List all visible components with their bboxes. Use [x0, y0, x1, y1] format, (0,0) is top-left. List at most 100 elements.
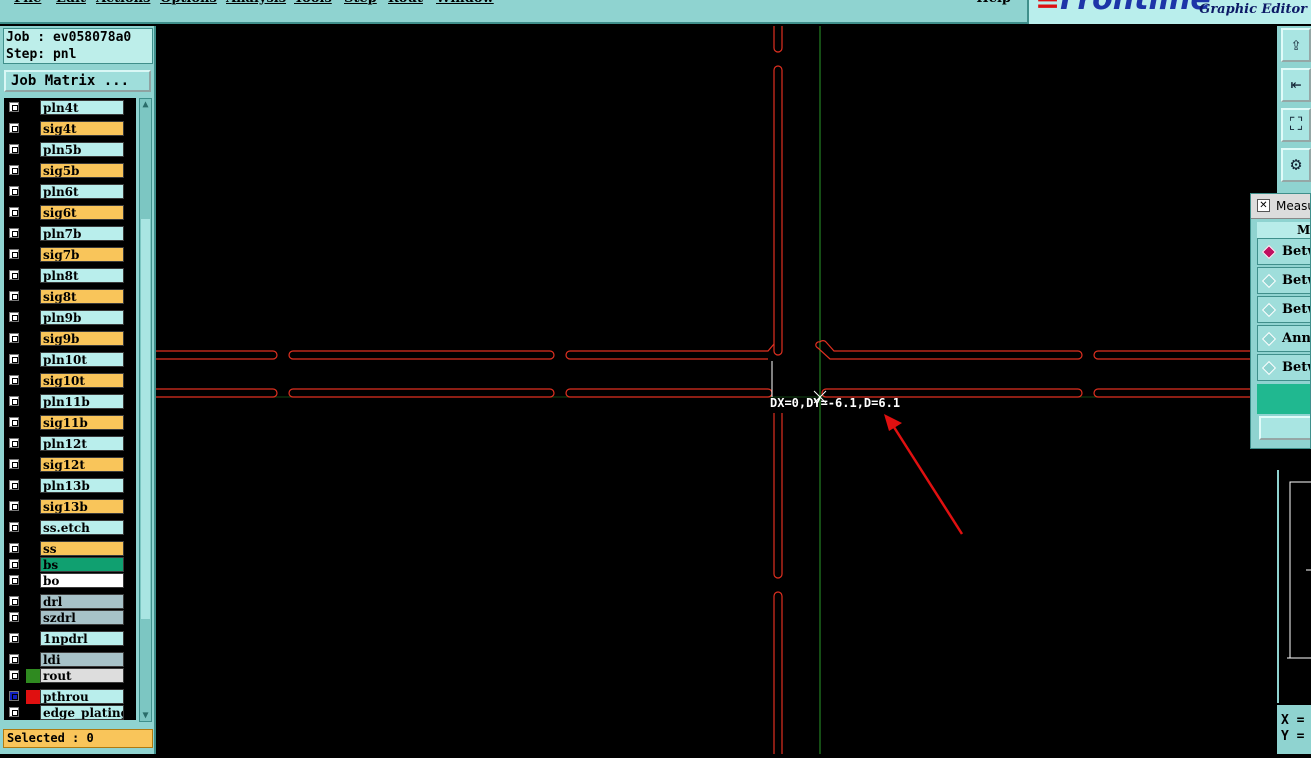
layer-checkbox[interactable] — [9, 291, 19, 301]
layer-checkbox[interactable] — [9, 707, 19, 717]
menu-window[interactable]: Window — [436, 0, 494, 6]
layer-row-sig12t[interactable]: sig12t — [6, 457, 126, 473]
layer-color-swatch[interactable] — [26, 690, 40, 704]
layer-row-sig11b[interactable]: sig11b — [6, 415, 126, 431]
radio-diamond-icon[interactable] — [1261, 331, 1277, 347]
layer-row-rout[interactable]: rout — [6, 668, 126, 684]
layer-checkbox[interactable] — [9, 144, 19, 154]
layer-checkbox[interactable] — [9, 396, 19, 406]
layer-name[interactable]: rout — [40, 668, 124, 683]
layer-checkbox[interactable] — [9, 312, 19, 322]
layer-checkbox[interactable] — [9, 207, 19, 217]
import-icon[interactable]: ⇤ — [1281, 68, 1311, 102]
layer-row-sig13b[interactable]: sig13b — [6, 499, 126, 515]
layer-name[interactable]: pln6t — [40, 184, 124, 199]
layer-name[interactable]: pln8t — [40, 268, 124, 283]
radio-diamond-icon[interactable] — [1261, 244, 1277, 260]
layer-name[interactable]: sig8t — [40, 289, 124, 304]
layer-name[interactable]: pln4t — [40, 100, 124, 115]
layer-checkbox[interactable] — [9, 165, 19, 175]
measure-option[interactable]: Annu — [1257, 325, 1310, 352]
layer-checkbox[interactable] — [9, 123, 19, 133]
layer-checkbox[interactable] — [9, 333, 19, 343]
layer-checkbox[interactable] — [9, 186, 19, 196]
menu-file[interactable]: File — [14, 0, 41, 6]
job-matrix-button[interactable]: Job Matrix ... — [4, 70, 151, 92]
layer-checkbox[interactable] — [9, 691, 19, 701]
graphic-canvas[interactable] — [156, 26, 1250, 754]
measure-window-titlebar[interactable]: ✕ Measu — [1251, 194, 1310, 219]
settings-tool-icon[interactable]: ⚙ — [1281, 148, 1311, 182]
radio-diamond-icon[interactable] — [1261, 360, 1277, 376]
layer-checkbox[interactable] — [9, 480, 19, 490]
measure-option[interactable]: Betw — [1257, 354, 1310, 381]
menu-options[interactable]: Options — [160, 0, 217, 6]
layer-row-ss.etch[interactable]: ss.etch — [6, 520, 126, 536]
layer-row-pln5b[interactable]: pln5b — [6, 142, 126, 158]
layer-checkbox[interactable] — [9, 633, 19, 643]
layer-row-pln11b[interactable]: pln11b — [6, 394, 126, 410]
layer-name[interactable]: pln10t — [40, 352, 124, 367]
layer-row-pln13b[interactable]: pln13b — [6, 478, 126, 494]
layer-name[interactable]: sig12t — [40, 457, 124, 472]
layer-color-swatch[interactable] — [26, 669, 40, 683]
layer-name[interactable]: pln13b — [40, 478, 124, 493]
layer-checkbox[interactable] — [9, 575, 19, 585]
layer-checkbox[interactable] — [9, 459, 19, 469]
layer-name[interactable]: edge_plating — [40, 705, 124, 720]
layer-row-sig6t[interactable]: sig6t — [6, 205, 126, 221]
layer-name[interactable]: sig10t — [40, 373, 124, 388]
layer-checkbox[interactable] — [9, 559, 19, 569]
layer-checkbox[interactable] — [9, 543, 19, 553]
layer-row-sig5b[interactable]: sig5b — [6, 163, 126, 179]
layer-name[interactable]: pln5b — [40, 142, 124, 157]
layer-checkbox[interactable] — [9, 670, 19, 680]
fit-view-icon[interactable]: ⛶ — [1281, 108, 1311, 142]
layer-name[interactable]: sig5b — [40, 163, 124, 178]
measure-option[interactable]: Betw — [1257, 267, 1310, 294]
scroll-down-icon[interactable]: ▼ — [140, 710, 151, 721]
layer-name[interactable]: pln12t — [40, 436, 124, 451]
layer-checkbox[interactable] — [9, 438, 19, 448]
layer-row-sig8t[interactable]: sig8t — [6, 289, 126, 305]
layer-name[interactable]: pln7b — [40, 226, 124, 241]
pcb-drawing[interactable] — [156, 26, 1250, 754]
layer-row-pthrou[interactable]: pthrou — [6, 689, 126, 705]
layer-checkbox[interactable] — [9, 654, 19, 664]
layer-row-pln4t[interactable]: pln4t — [6, 100, 126, 116]
layer-name[interactable]: sig4t — [40, 121, 124, 136]
scroll-up-icon[interactable]: ▲ — [140, 99, 151, 110]
export-icon[interactable]: ⇪ — [1281, 28, 1311, 62]
layer-checkbox[interactable] — [9, 501, 19, 511]
layer-name[interactable]: pln11b — [40, 394, 124, 409]
layer-name[interactable]: sig9b — [40, 331, 124, 346]
layer-row-sig7b[interactable]: sig7b — [6, 247, 126, 263]
menu-analysis[interactable]: Analysis — [226, 0, 286, 6]
layer-row-pln7b[interactable]: pln7b — [6, 226, 126, 242]
menu-tools[interactable]: Tools — [294, 0, 332, 6]
layer-row-ss[interactable]: ss — [6, 541, 126, 557]
window-close-icon[interactable]: ✕ — [1257, 199, 1270, 212]
layer-name[interactable]: sig7b — [40, 247, 124, 262]
layer-row-1npdrl[interactable]: 1npdrl — [6, 631, 126, 647]
layer-name[interactable]: bo — [40, 573, 124, 588]
layer-name[interactable]: sig6t — [40, 205, 124, 220]
layer-name[interactable]: ss.etch — [40, 520, 124, 535]
radio-diamond-icon[interactable] — [1261, 273, 1277, 289]
layer-checkbox[interactable] — [9, 102, 19, 112]
layer-checkbox[interactable] — [9, 228, 19, 238]
layer-name[interactable]: drl — [40, 594, 124, 609]
layer-row-edge_plating[interactable]: edge_plating — [6, 705, 126, 720]
layer-row-pln12t[interactable]: pln12t — [6, 436, 126, 452]
layer-row-ldi[interactable]: ldi — [6, 652, 126, 668]
layer-row-sig9b[interactable]: sig9b — [6, 331, 126, 347]
layer-checkbox[interactable] — [9, 354, 19, 364]
radio-diamond-icon[interactable] — [1261, 302, 1277, 318]
layer-checkbox[interactable] — [9, 375, 19, 385]
layer-row-pln9b[interactable]: pln9b — [6, 310, 126, 326]
menu-edit[interactable]: Edit — [56, 0, 86, 6]
layer-row-pln10t[interactable]: pln10t — [6, 352, 126, 368]
layer-name[interactable]: bs — [40, 557, 124, 572]
measure-action-button[interactable] — [1259, 416, 1310, 440]
measure-option[interactable]: Betw — [1257, 238, 1310, 265]
